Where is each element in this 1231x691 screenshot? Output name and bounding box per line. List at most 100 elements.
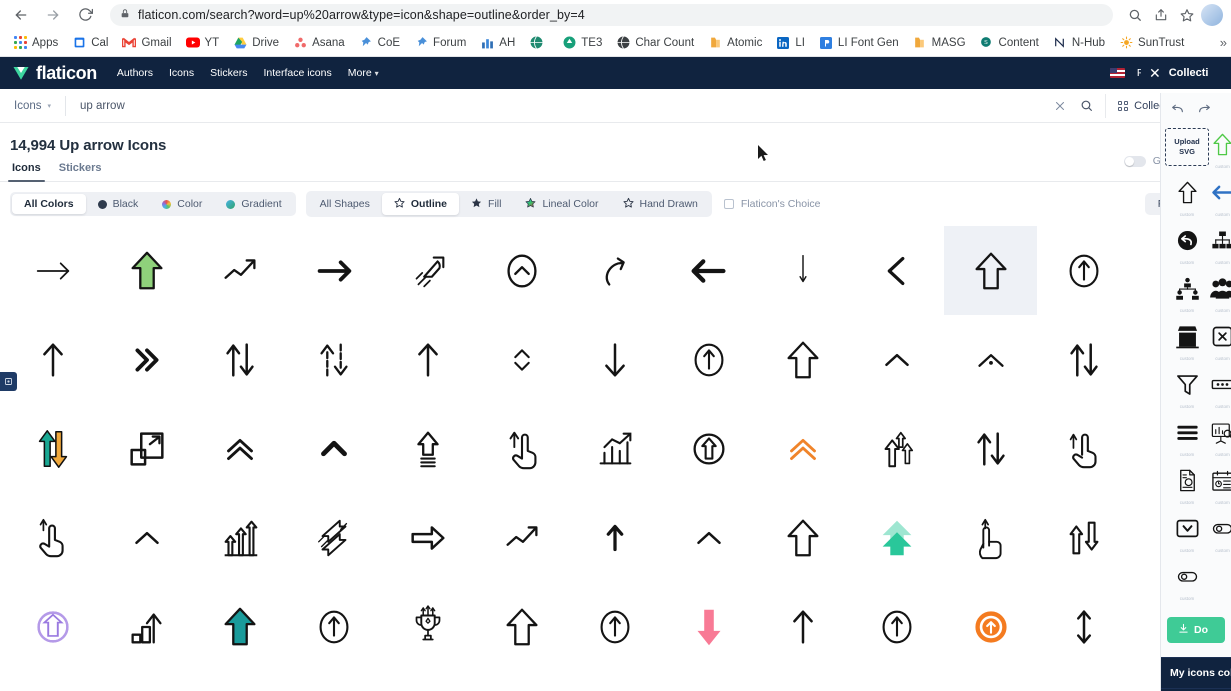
filter-all-colors[interactable]: All Colors xyxy=(12,194,86,214)
search-input[interactable] xyxy=(66,89,1048,122)
nav-more[interactable]: More ▾ xyxy=(348,67,379,79)
filter-lineal-color[interactable]: Lineal Color xyxy=(513,193,610,215)
bookmark-forum[interactable]: Forum xyxy=(407,34,473,52)
undo-icon[interactable] xyxy=(1171,101,1184,119)
panel-icon-up-arrow-black-outline[interactable]: custom xyxy=(1165,171,1209,219)
icon-result-chevron-up-bold[interactable] xyxy=(287,404,381,493)
bookmark-char-count[interactable]: Char Count xyxy=(609,34,701,52)
bookmark-suntrust[interactable]: SunTrust xyxy=(1112,34,1191,52)
icon-result-up-down-arrows-colored[interactable] xyxy=(6,404,100,493)
forward-arrow-icon[interactable] xyxy=(40,2,66,28)
search-type-dropdown[interactable]: Icons ▾ xyxy=(14,95,67,116)
icon-result-double-chevron-right-round[interactable] xyxy=(100,315,194,404)
icon-result-up-down-arrows-thin[interactable] xyxy=(1037,315,1131,404)
icon-result-up-arrow-circle-orange[interactable] xyxy=(944,582,1038,671)
icon-result-up-down-arrows-bold[interactable] xyxy=(194,315,288,404)
bookmark-cal[interactable]: Cal xyxy=(65,34,115,52)
icon-result-up-arrow-block-outline2[interactable] xyxy=(756,493,850,582)
icon-result-up-arrow-simple[interactable] xyxy=(381,315,475,404)
panel-icon-data-analysis-board[interactable]: custom xyxy=(1209,411,1231,459)
panel-icon-group-people[interactable]: custom xyxy=(1209,267,1231,315)
icon-result-chevron-up-dot[interactable] xyxy=(944,315,1038,404)
icon-result-up-arrow-circle-gradient[interactable] xyxy=(6,582,100,671)
bookmark-asana[interactable]: Asana xyxy=(286,34,352,52)
panel-icon-calendar-clock[interactable]: custom xyxy=(1209,459,1231,507)
icon-result-chevron-up-circle[interactable] xyxy=(475,226,569,315)
panel-icon-close-square[interactable]: custom xyxy=(1209,315,1231,363)
icon-result-trend-up-arrow-thin[interactable] xyxy=(475,493,569,582)
icon-result-down-arrow-simple[interactable] xyxy=(569,315,663,404)
icon-result-up-down-chevrons-small[interactable] xyxy=(475,315,569,404)
upload-svg-dropzone[interactable]: Upload SVG xyxy=(1165,123,1209,171)
bookmark-content[interactable]: S Content xyxy=(973,34,1046,52)
flaticon-logo[interactable]: flaticon xyxy=(12,63,97,84)
panel-icon-factory[interactable]: custom xyxy=(1165,315,1209,363)
reload-icon[interactable] xyxy=(72,2,98,28)
panel-icon-up-arrow-green-outline[interactable]: custom xyxy=(1209,123,1231,171)
icon-result-right-arrow-outline[interactable] xyxy=(381,493,475,582)
share-icon[interactable] xyxy=(1149,3,1173,27)
icon-result-scroll-up-hand[interactable] xyxy=(1037,404,1131,493)
bookmark-te3[interactable]: TE3 xyxy=(555,34,609,52)
panel-icon-dropdown-box[interactable]: custom xyxy=(1165,507,1209,555)
close-icon[interactable]: ✕ xyxy=(1149,66,1161,80)
nav-authors[interactable]: Authors xyxy=(117,67,153,79)
filter-color[interactable]: Color xyxy=(150,194,214,214)
checkbox-icon[interactable] xyxy=(723,199,734,209)
collection-row[interactable]: My icons colle xyxy=(1161,657,1231,688)
icon-result-up-arrow-circle-outline[interactable] xyxy=(662,404,756,493)
filter-all-shapes[interactable]: All Shapes xyxy=(308,193,382,215)
icon-result-left-arrow-bold[interactable] xyxy=(662,226,756,315)
bookmark-li-font-gen[interactable]: LI Font Gen xyxy=(812,34,906,52)
panel-icon-list-lines[interactable]: custom xyxy=(1165,411,1209,459)
search-icon[interactable] xyxy=(1123,3,1147,27)
bookmark-apps[interactable]: Apps xyxy=(6,34,65,52)
icon-result-upload-arrow-lines[interactable] xyxy=(381,404,475,493)
bookmark-coe[interactable]: CoE xyxy=(352,34,407,52)
icon-result-curved-up-arrow[interactable] xyxy=(569,226,663,315)
icon-result-chevron-up-wide[interactable] xyxy=(662,493,756,582)
bookmark-drive[interactable]: Drive xyxy=(226,34,286,52)
nav-interface-icons[interactable]: Interface icons xyxy=(263,67,331,79)
nav-stickers[interactable]: Stickers xyxy=(210,67,247,79)
panel-icon-toggle-switch[interactable]: custom xyxy=(1209,507,1231,555)
tab-icons[interactable]: Icons xyxy=(8,162,45,182)
icon-result-double-chevron-up[interactable] xyxy=(194,404,288,493)
icon-result-chevron-left[interactable] xyxy=(850,226,944,315)
bookmark-atomic[interactable]: Atomic xyxy=(701,34,769,52)
icon-result-right-arrow-bold[interactable] xyxy=(287,226,381,315)
icon-result-vertical-line-down[interactable] xyxy=(756,226,850,315)
icon-result-chevron-up-thin[interactable] xyxy=(850,315,944,404)
icon-result-growth-arrows-bars[interactable] xyxy=(194,493,288,582)
panel-icon-team-meeting[interactable]: custom xyxy=(1165,267,1209,315)
icon-result-up-arrow-teal-filled[interactable] xyxy=(194,582,288,671)
panel-icon-toggle-switch-2[interactable]: custom xyxy=(1165,555,1209,603)
icon-result-up-arrow-outline-selected[interactable] xyxy=(943,226,1038,315)
icon-result-up-arrow-circle-oval[interactable] xyxy=(287,582,381,671)
filter-hand-drawn[interactable]: Hand Drawn xyxy=(611,193,710,215)
icon-result-up-arrow-plain-bold[interactable] xyxy=(756,582,850,671)
icon-result-rocket-diagonal-arrow[interactable] xyxy=(381,226,475,315)
search-submit-icon[interactable] xyxy=(1073,93,1099,119)
clear-search-icon[interactable] xyxy=(1047,93,1073,119)
panel-icon-left-arrow-blue[interactable]: custom xyxy=(1209,171,1231,219)
icon-result-up-arrow-circle-thin[interactable] xyxy=(662,315,756,404)
bookmark-masg[interactable]: MASG xyxy=(906,34,973,52)
icon-result-up-arrow-thin[interactable] xyxy=(6,315,100,404)
tab-stickers[interactable]: Stickers xyxy=(59,162,102,181)
icon-result-up-arrow-small-bold[interactable] xyxy=(569,493,663,582)
icon-result-point-up-hand[interactable] xyxy=(944,493,1038,582)
address-bar[interactable]: flaticon.com/search?word=up%20arrow&type… xyxy=(110,3,1113,26)
bookmark-ah[interactable]: AH xyxy=(473,34,522,52)
icon-result-up-down-block-arrows[interactable] xyxy=(1037,493,1131,582)
flaticons-choice-filter[interactable]: Flaticon's Choice xyxy=(723,198,821,210)
download-button[interactable]: Do xyxy=(1167,617,1225,643)
icon-result-long-right-arrow-thin[interactable] xyxy=(6,226,100,315)
panel-icon-document-scan[interactable]: custom xyxy=(1165,459,1209,507)
icon-result-trend-up-zigzag[interactable] xyxy=(194,226,288,315)
bookmark-globe[interactable] xyxy=(522,34,555,52)
redo-icon[interactable] xyxy=(1198,101,1211,119)
filter-outline[interactable]: Outline xyxy=(381,193,460,215)
icon-result-multiple-up-arrows[interactable] xyxy=(850,404,944,493)
panel-icon-funnel-filter[interactable]: custom xyxy=(1165,363,1209,411)
